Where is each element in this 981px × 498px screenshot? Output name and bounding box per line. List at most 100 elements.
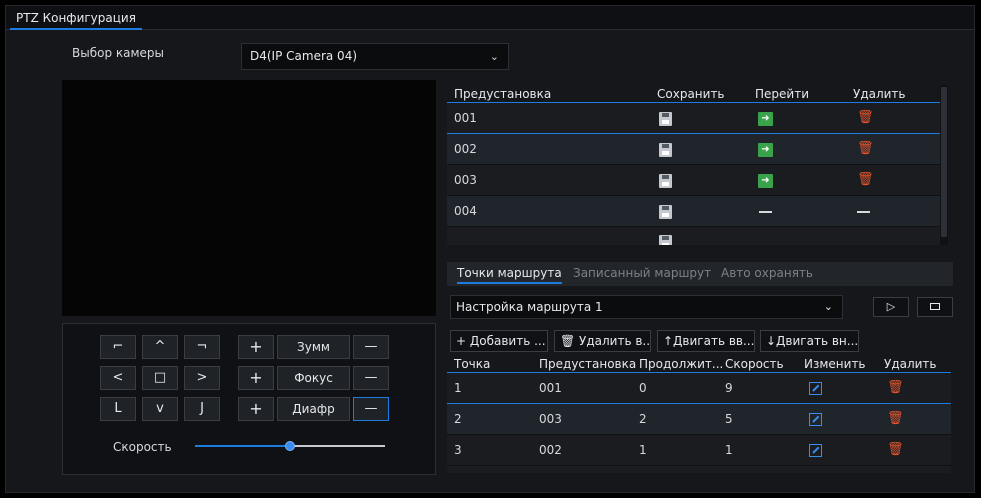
tab-auto-guard[interactable]: Авто охранять: [721, 266, 813, 280]
col-preset: Предустановка: [539, 357, 637, 371]
move-up-button[interactable]: ↑Двигать вв...: [657, 330, 755, 352]
save-icon[interactable]: [659, 143, 672, 157]
zoom-label: Зумм: [277, 335, 350, 359]
preset-id: 004: [454, 204, 477, 218]
route-point-row[interactable]: 3 002 1 1 🗑: [447, 435, 951, 466]
add-point-button[interactable]: + Добавить ...: [450, 330, 548, 352]
col-preset: Предустановка: [454, 87, 552, 101]
chevron-down-icon: ⌄: [489, 50, 499, 63]
save-icon[interactable]: [659, 205, 672, 219]
point-speed: 9: [725, 381, 733, 395]
tab-bar: PTZ Конфигурация: [6, 6, 974, 30]
focus-far-button[interactable]: —: [353, 366, 389, 390]
tab-ptz-config[interactable]: PTZ Конфигурация: [10, 9, 142, 30]
col-goto: Перейти: [755, 87, 809, 101]
preset-row[interactable]: 001 ➜ 🗑: [447, 103, 947, 134]
focus-label: Фокус: [277, 366, 350, 390]
point-preset: 002: [539, 443, 562, 457]
route-point-row[interactable]: 2 003 2 5 🗑: [447, 404, 951, 435]
preset-row[interactable]: 004: [447, 196, 947, 227]
ptz-up-right-button[interactable]: ¬: [184, 335, 220, 359]
chevron-down-icon: ⌄: [823, 300, 833, 313]
col-point: Точка: [454, 357, 491, 371]
preset-row[interactable]: 003 ➜ 🗑: [447, 165, 947, 196]
preset-row[interactable]: 002 ➜ 🗑: [447, 134, 947, 165]
point-number: 2: [454, 412, 462, 426]
scrollbar-thumb[interactable]: [941, 87, 947, 237]
zoom-in-button[interactable]: +: [238, 335, 274, 359]
tab-recorded-route[interactable]: Записанный маршрут: [573, 266, 711, 280]
point-duration: 1: [639, 443, 647, 457]
video-preview: [62, 80, 436, 316]
col-save: Сохранить: [657, 87, 725, 101]
play-icon: ▷: [886, 300, 896, 313]
col-delete: Удалить: [884, 357, 937, 371]
trash-icon[interactable]: 🗑: [857, 173, 874, 187]
trash-icon[interactable]: 🗑: [857, 142, 874, 156]
ptz-center-button[interactable]: □: [142, 366, 178, 390]
ptz-down-right-button[interactable]: J: [184, 397, 220, 421]
save-icon[interactable]: [659, 235, 672, 245]
focus-near-button[interactable]: +: [238, 366, 274, 390]
preset-id: 002: [454, 142, 477, 156]
save-icon[interactable]: [659, 112, 672, 126]
point-preset: 001: [539, 381, 562, 395]
ptz-up-left-button[interactable]: ⌐: [100, 335, 136, 359]
iris-close-button[interactable]: —: [353, 397, 389, 421]
delete-point-button[interactable]: 🗑 Удалить в...: [554, 330, 651, 352]
route-point-row[interactable]: 1 001 0 9 🗑: [447, 373, 951, 404]
speed-slider-fill: [195, 445, 290, 447]
camera-select[interactable]: D4(IP Camera 04) ⌄: [241, 43, 509, 70]
preset-id: 003: [454, 173, 477, 187]
route-select-value: Настройка маршрута 1: [456, 300, 603, 314]
save-icon[interactable]: [659, 174, 672, 188]
preset-row[interactable]: [447, 227, 947, 245]
move-down-button[interactable]: ↓Двигать вн...: [760, 330, 859, 352]
route-tabs: Точки маршрута Записанный маршрут Авто о…: [447, 262, 953, 286]
point-duration: 2: [639, 412, 647, 426]
goto-arrow-icon[interactable]: ➜: [758, 143, 773, 157]
col-delete: Удалить: [853, 87, 906, 101]
col-edit: Изменить: [804, 357, 866, 371]
trash-icon[interactable]: 🗑: [887, 443, 904, 457]
speed-slider-handle[interactable]: [285, 441, 295, 451]
route-points-table: Точка Предустановка Продолжит... Скорост…: [447, 355, 951, 473]
preset-id: 001: [454, 111, 477, 125]
zoom-out-button[interactable]: —: [353, 335, 389, 359]
point-duration: 0: [639, 381, 647, 395]
edit-icon[interactable]: [809, 382, 822, 395]
point-number: 1: [454, 381, 462, 395]
col-speed: Скорость: [725, 357, 784, 371]
trash-icon[interactable]: 🗑: [857, 111, 874, 125]
play-route-button[interactable]: ▷: [873, 297, 909, 317]
point-speed: 5: [725, 412, 733, 426]
ptz-right-button[interactable]: >: [184, 366, 220, 390]
preset-table-scrollbar[interactable]: [940, 85, 948, 245]
point-speed: 1: [725, 443, 733, 457]
goto-arrow-icon[interactable]: ➜: [758, 112, 773, 126]
trash-icon[interactable]: 🗑: [887, 381, 904, 395]
ptz-down-button[interactable]: v: [142, 397, 178, 421]
speed-slider[interactable]: [195, 440, 385, 452]
ptz-left-button[interactable]: <: [100, 366, 136, 390]
edit-icon[interactable]: [809, 413, 822, 426]
route-select[interactable]: Настройка маршрута 1 ⌄: [450, 295, 843, 319]
iris-open-button[interactable]: +: [238, 397, 274, 421]
speed-label: Скорость: [113, 440, 172, 454]
trash-icon[interactable]: 🗑: [887, 412, 904, 426]
ptz-down-left-button[interactable]: L: [100, 397, 136, 421]
ptz-up-button[interactable]: ^: [142, 335, 178, 359]
stop-icon: [930, 303, 940, 310]
ptz-control-panel: ⌐ ^ ¬ < □ > L v J + Зумм — + Фокус — + Д…: [62, 323, 436, 475]
tab-route-points[interactable]: Точки маршрута: [457, 266, 562, 284]
preset-table-header: Предустановка Сохранить Перейти Удалить: [447, 85, 947, 103]
point-number: 3: [454, 443, 462, 457]
stop-route-button[interactable]: [917, 297, 953, 317]
goto-arrow-icon[interactable]: ➜: [758, 174, 773, 188]
delete-unavailable-dash: [857, 211, 870, 213]
route-points-header: Точка Предустановка Продолжит... Скорост…: [447, 355, 951, 373]
goto-unavailable-dash: [759, 211, 772, 213]
edit-icon[interactable]: [809, 444, 822, 457]
col-duration: Продолжит...: [639, 357, 724, 371]
iris-label: Диафр: [277, 397, 350, 421]
